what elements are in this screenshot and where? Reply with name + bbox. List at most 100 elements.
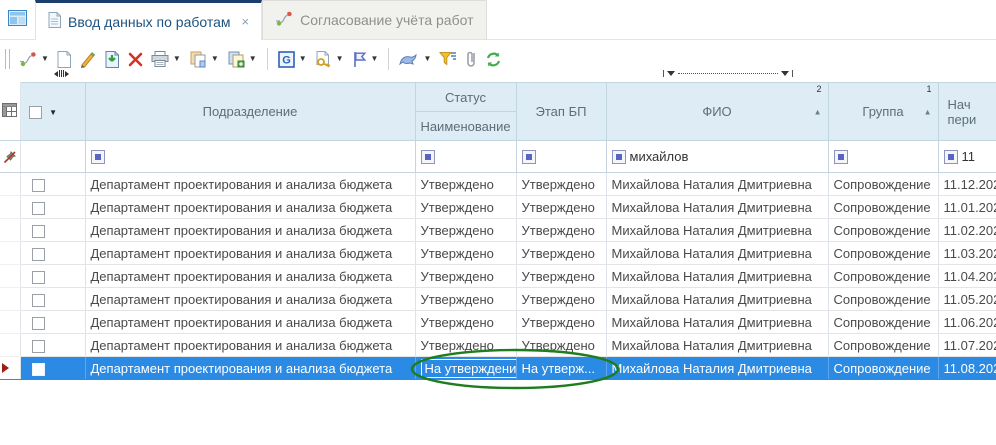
cell-stage: Утверждено xyxy=(516,173,606,196)
chevron-down-icon[interactable]: ▼ xyxy=(49,108,57,117)
column-header-status[interactable]: Статус xyxy=(415,83,516,112)
row-checkbox[interactable] xyxy=(32,294,45,307)
table-row[interactable]: Департамент проектирования и анализа бюд… xyxy=(0,242,996,265)
sort-asc-icon[interactable]: ▲ xyxy=(924,107,932,116)
row-checkbox-cell[interactable] xyxy=(20,288,85,311)
row-checkbox[interactable] xyxy=(32,271,45,284)
select-all-header[interactable]: ▼ xyxy=(20,83,85,141)
print-button[interactable]: ▼ xyxy=(148,49,184,69)
cell-status: Утверждено xyxy=(415,288,516,311)
filter-cell-stage[interactable] xyxy=(516,141,606,173)
row-checkbox-cell[interactable] xyxy=(20,219,85,242)
close-icon[interactable]: × xyxy=(242,14,250,29)
band-collapse-widget[interactable] xyxy=(663,68,793,78)
column-label: пери xyxy=(948,112,996,127)
row-checkbox[interactable] xyxy=(32,225,45,238)
table-row[interactable]: Департамент проектирования и анализа бюд… xyxy=(0,219,996,242)
current-row-marker-icon xyxy=(2,363,9,373)
copy-button[interactable]: ▼ xyxy=(186,49,222,70)
filter-cell-checkbox[interactable] xyxy=(20,141,85,173)
cell-group: Сопровождение xyxy=(828,311,938,334)
column-header-stage[interactable]: Этап БП xyxy=(516,83,606,141)
cell-fio: Михайлова Наталия Дмитриевна xyxy=(606,196,828,219)
tab-list-button[interactable] xyxy=(0,0,35,40)
cell-fio: Михайлова Наталия Дмитриевна xyxy=(606,288,828,311)
filter-condition-icon[interactable] xyxy=(421,150,435,164)
cell-period-start: 11.04.202 xyxy=(938,265,996,288)
row-checkbox[interactable] xyxy=(32,202,45,215)
filter-condition-icon[interactable] xyxy=(522,150,536,164)
pin-disabled-icon[interactable] xyxy=(3,150,17,164)
table-grid-icon xyxy=(2,103,17,117)
grouping-button[interactable]: G ▼ xyxy=(275,49,310,70)
filter-input-fio[interactable]: михайлов xyxy=(630,150,689,165)
row-checkbox-cell[interactable] xyxy=(20,311,85,334)
table-row[interactable]: Департамент проектирования и анализа бюд… xyxy=(0,311,996,334)
row-indicator-cell xyxy=(0,357,20,380)
column-header-fio[interactable]: ФИО 2 ▲ xyxy=(606,83,828,141)
row-indicator-cell xyxy=(0,288,20,311)
access-button[interactable]: ▼ xyxy=(312,49,347,70)
tab-approval[interactable]: Согласование учёта работ xyxy=(262,0,486,40)
row-checkbox[interactable] xyxy=(32,317,45,330)
column-header-dept[interactable]: Подразделение xyxy=(85,83,415,141)
quick-run-button[interactable]: ▼ xyxy=(396,50,434,69)
filter-pin-cell[interactable] xyxy=(0,141,20,173)
row-checkbox-cell[interactable] xyxy=(20,196,85,219)
chevron-down-icon: ▼ xyxy=(423,55,431,63)
table-row[interactable]: Департамент проектирования и анализа бюд… xyxy=(0,288,996,311)
filter-cell-period[interactable]: 11 xyxy=(938,141,996,173)
row-checkbox-cell[interactable] xyxy=(20,173,85,196)
cell-period-start: 11.01.202 xyxy=(938,196,996,219)
column-header-group[interactable]: Группа 1 ▲ xyxy=(828,83,938,141)
table-row[interactable]: Департамент проектирования и анализа бюд… xyxy=(0,265,996,288)
toolbar-grip[interactable] xyxy=(5,49,10,69)
process-button[interactable]: ▼ xyxy=(16,49,52,70)
filter-condition-icon[interactable] xyxy=(834,150,848,164)
status-cell-editor[interactable]: На утверждение xyxy=(421,359,517,378)
column-header-period[interactable]: Нач пери xyxy=(938,83,996,141)
splitter-widget[interactable] xyxy=(54,70,69,77)
cell-status: Утверждено xyxy=(415,311,516,334)
import-button[interactable] xyxy=(101,49,123,70)
row-checkbox[interactable] xyxy=(32,248,45,261)
column-header-status-name[interactable]: Наименование xyxy=(415,112,516,141)
new-record-button[interactable] xyxy=(54,49,74,70)
filter-condition-icon[interactable] xyxy=(91,150,105,164)
row-checkbox-cell[interactable] xyxy=(20,265,85,288)
edit-button[interactable] xyxy=(76,49,99,70)
paste-button[interactable]: ▼ xyxy=(224,49,260,70)
table-row[interactable]: Департамент проектирования и анализа бюд… xyxy=(0,196,996,219)
window-grid-icon xyxy=(8,10,27,29)
table-row[interactable]: Департамент проектирования и анализа бюд… xyxy=(0,357,996,380)
filter-condition-icon[interactable] xyxy=(612,150,626,164)
cell-group: Сопровождение xyxy=(828,173,938,196)
cell-period-start: 11.12.202 xyxy=(938,173,996,196)
row-checkbox[interactable] xyxy=(32,363,45,376)
select-all-checkbox[interactable] xyxy=(29,106,42,119)
delete-button[interactable] xyxy=(125,50,146,69)
red-x-icon xyxy=(128,52,143,67)
bookmark-button[interactable]: ▼ xyxy=(349,49,382,70)
row-checkbox-cell[interactable] xyxy=(20,242,85,265)
table-row[interactable]: Департамент проектирования и анализа бюд… xyxy=(0,334,996,357)
filter-cell-status[interactable] xyxy=(415,141,516,173)
filter-button[interactable] xyxy=(436,48,460,70)
row-checkbox[interactable] xyxy=(32,179,45,192)
row-checkbox[interactable] xyxy=(32,340,45,353)
cell-status: Утверждено xyxy=(415,242,516,265)
filter-input-period[interactable]: 11 xyxy=(962,150,976,165)
grid-corner-button[interactable] xyxy=(0,83,20,141)
refresh-button[interactable] xyxy=(482,49,505,70)
filter-cell-dept[interactable] xyxy=(85,141,415,173)
filter-cell-group[interactable] xyxy=(828,141,938,173)
tab-data-entry[interactable]: Ввод данных по работам × xyxy=(35,0,262,40)
attachment-button[interactable] xyxy=(462,48,480,70)
row-checkbox-cell[interactable] xyxy=(20,357,85,380)
filter-condition-icon[interactable] xyxy=(944,150,958,164)
row-checkbox-cell[interactable] xyxy=(20,334,85,357)
table-row[interactable]: Департамент проектирования и анализа бюд… xyxy=(0,173,996,196)
cell-group: Сопровождение xyxy=(828,357,938,380)
filter-cell-fio[interactable]: михайлов xyxy=(606,141,828,173)
sort-asc-icon[interactable]: ▲ xyxy=(814,107,822,116)
